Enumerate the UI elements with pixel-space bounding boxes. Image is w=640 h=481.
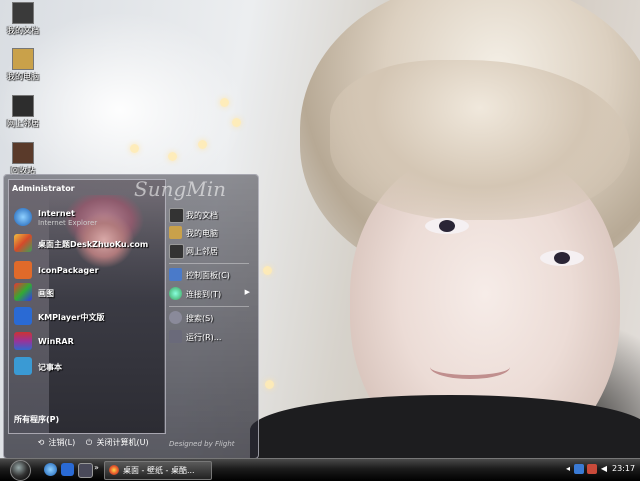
theme-icon <box>14 234 32 252</box>
winrar-icon <box>14 332 32 350</box>
documents-icon <box>169 208 184 223</box>
signature-text: SungMin <box>134 177 227 201</box>
documents-icon <box>12 2 34 24</box>
start-item-title: KMPlayer中文版 <box>38 313 105 322</box>
taskbar: » 桌面 - 壁纸 - 桌酷... ◂ ◀ 23:17 <box>0 458 640 481</box>
desktop-icon-my-computer[interactable]: 我的电脑 <box>0 48 46 82</box>
kmplayer-icon <box>14 307 32 325</box>
quicklaunch-desktop-icon[interactable] <box>78 463 93 478</box>
start-right-my-computer[interactable]: 我的电脑 <box>169 225 254 241</box>
logoff-label: 注销(L) <box>48 438 76 447</box>
desktop-icon-network[interactable]: 网上邻居 <box>0 95 46 129</box>
start-right-connect-to[interactable]: 连接到(T) ▶ <box>169 286 254 302</box>
run-icon <box>169 330 182 343</box>
start-item-paint[interactable]: 画图 <box>12 281 162 305</box>
start-item-title: IconPackager <box>38 266 99 275</box>
start-item-title: WinRAR <box>38 337 74 346</box>
quicklaunch-expand-icon[interactable]: » <box>94 463 99 472</box>
power-icon: ⏻ <box>85 438 93 447</box>
desktop-icon-label: 我的文档 <box>7 26 39 35</box>
bokeh-light <box>263 266 272 275</box>
bokeh-light <box>130 144 139 153</box>
start-right-label: 控制面板(C) <box>186 271 230 280</box>
bokeh-light <box>198 140 207 149</box>
start-item-notepad[interactable]: 记事本 <box>12 355 162 379</box>
start-right-label: 运行(R)... <box>186 333 222 342</box>
all-programs-button[interactable]: 所有程序(P) <box>14 414 59 425</box>
quicklaunch-media-icon[interactable] <box>61 463 74 476</box>
separator <box>169 306 249 307</box>
iconpackager-icon <box>14 261 32 279</box>
submenu-arrow-icon: ▶ <box>244 288 250 296</box>
ie-icon <box>14 208 32 226</box>
shutdown-button[interactable]: ⏻ 关闭计算机(U) <box>84 437 149 451</box>
desktop-icon-recycle-bin[interactable]: 回收站 <box>0 142 46 176</box>
start-right-run[interactable]: 运行(R)... <box>169 329 254 345</box>
start-item-internet[interactable]: Internet Internet Explorer <box>12 206 162 230</box>
shutdown-label: 关闭计算机(U) <box>96 438 149 447</box>
desktop-icon-my-documents[interactable]: 我的文档 <box>0 2 46 36</box>
start-button[interactable] <box>10 460 31 481</box>
start-item-theme[interactable]: 桌面主题DeskZhuoKu.com <box>12 232 162 256</box>
tray-volume-icon[interactable]: ◀ <box>599 464 609 474</box>
paint-icon <box>14 283 32 301</box>
taskbar-window-label: 桌面 - 壁纸 - 桌酷... <box>123 466 195 475</box>
computer-icon <box>169 226 182 239</box>
user-name: Administrator <box>12 184 75 193</box>
wallpaper-mouth <box>430 355 510 379</box>
separator <box>169 263 249 264</box>
tray-app-icon[interactable] <box>587 464 597 474</box>
network-icon <box>169 244 184 259</box>
start-right-label: 我的文档 <box>186 211 218 220</box>
search-icon <box>169 311 182 324</box>
notepad-icon <box>14 357 32 375</box>
wallpaper-right-eye <box>540 250 584 266</box>
logoff-icon: ⟲ <box>37 438 45 447</box>
start-right-search[interactable]: 搜索(S) <box>169 310 254 326</box>
start-item-subtitle: Internet Explorer <box>38 219 98 227</box>
tray-expand-icon[interactable]: ◂ <box>563 464 573 474</box>
taskbar-window-button[interactable]: 桌面 - 壁纸 - 桌酷... <box>104 461 212 480</box>
start-item-title: 桌面主题DeskZhuoKu.com <box>38 240 149 249</box>
start-item-title: 画图 <box>38 289 54 298</box>
quicklaunch-ie-icon[interactable] <box>44 463 57 476</box>
start-right-label: 我的电脑 <box>186 229 218 238</box>
bokeh-light <box>232 118 241 127</box>
browser-icon <box>109 465 119 475</box>
start-right-label: 搜索(S) <box>186 314 214 323</box>
desktop-icon-label: 网上邻居 <box>7 119 39 128</box>
bokeh-light <box>168 152 177 161</box>
bokeh-light <box>265 380 274 389</box>
wallpaper-shoulder <box>250 395 640 458</box>
computer-icon <box>12 48 34 70</box>
start-right-control-panel[interactable]: 控制面板(C) <box>169 267 254 283</box>
taskbar-clock[interactable]: 23:17 <box>612 464 635 473</box>
designer-credit: Designed by Flight <box>169 440 235 448</box>
start-right-label: 网上邻居 <box>186 247 218 256</box>
tray-network-icon[interactable] <box>574 464 584 474</box>
connect-icon <box>169 287 182 300</box>
start-right-label: 连接到(T) <box>186 290 222 299</box>
network-icon <box>12 95 34 117</box>
start-right-my-documents[interactable]: 我的文档 <box>169 207 254 223</box>
logoff-button[interactable]: ⟲ 注销(L) <box>36 437 76 451</box>
desktop-icon-label: 我的电脑 <box>7 72 39 81</box>
wallpaper-left-eye <box>425 218 469 234</box>
bokeh-light <box>220 98 229 107</box>
start-menu: Administrator SungMin Internet Internet … <box>3 174 259 459</box>
recycle-bin-icon <box>12 142 34 164</box>
control-panel-icon <box>169 268 182 281</box>
start-item-kmplayer[interactable]: KMPlayer中文版 <box>12 305 162 329</box>
start-item-winrar[interactable]: WinRAR <box>12 330 162 354</box>
start-right-network[interactable]: 网上邻居 <box>169 243 254 259</box>
start-item-title: Internet <box>38 209 75 218</box>
start-item-title: 记事本 <box>38 363 62 372</box>
start-item-iconpackager[interactable]: IconPackager <box>12 259 162 283</box>
